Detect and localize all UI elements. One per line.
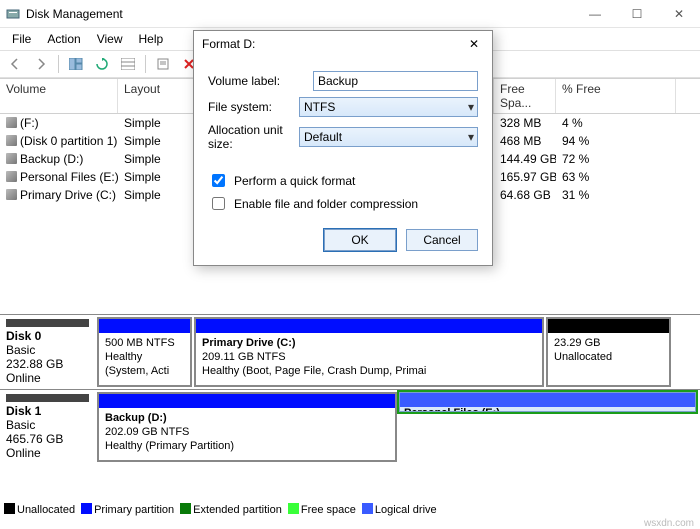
watermark: wsxdn.com bbox=[644, 518, 694, 529]
dialog-title: Format D: bbox=[202, 37, 255, 51]
label-volume: Volume label: bbox=[208, 74, 313, 88]
compression-checkbox[interactable]: Enable file and folder compression bbox=[208, 194, 478, 213]
disk-icon bbox=[6, 171, 17, 182]
partition-size: 500 MB NTFS bbox=[105, 337, 184, 351]
legend-unallocated: Unallocated bbox=[17, 504, 75, 516]
window-title: Disk Management bbox=[26, 7, 123, 21]
partition[interactable]: Primary Drive (C:)209.11 GB NTFSHealthy … bbox=[194, 317, 544, 387]
label-allocation: Allocation unit size: bbox=[208, 123, 299, 151]
refresh-icon[interactable] bbox=[91, 53, 113, 75]
volume-free: 165.97 GB bbox=[494, 168, 556, 186]
disk-label: Disk 1 bbox=[6, 404, 89, 418]
partition-title: Primary Drive (C:) bbox=[202, 337, 536, 351]
disk-type: Basic bbox=[6, 418, 89, 432]
volume-pct: 4 % bbox=[556, 114, 676, 132]
properties-icon[interactable] bbox=[152, 53, 174, 75]
partition-size: 23.29 GB bbox=[554, 337, 663, 351]
disk-label: Disk 0 bbox=[6, 329, 89, 343]
disk-icon bbox=[6, 153, 17, 164]
volume-pct: 94 % bbox=[556, 132, 676, 150]
legend-bar: Unallocated Primary partition Extended p… bbox=[4, 502, 437, 516]
partition-title: Backup (D:) bbox=[105, 412, 389, 426]
disk-legend: Disk 0Basic232.88 GBOnline bbox=[0, 315, 95, 389]
partition[interactable]: 500 MB NTFSHealthy (System, Acti bbox=[97, 317, 192, 387]
list-icon[interactable] bbox=[117, 53, 139, 75]
minimize-button[interactable]: — bbox=[574, 0, 616, 28]
app-icon bbox=[6, 7, 20, 21]
col-volume[interactable]: Volume bbox=[0, 79, 118, 113]
volume-pct: 63 % bbox=[556, 168, 676, 186]
partition-title: Personal Files (E:) bbox=[404, 407, 677, 412]
back-icon[interactable] bbox=[4, 53, 26, 75]
cancel-button[interactable]: Cancel bbox=[406, 229, 478, 251]
volume-free: 468 MB bbox=[494, 132, 556, 150]
volume-label-input[interactable] bbox=[313, 71, 478, 91]
menu-help[interactable]: Help bbox=[131, 30, 172, 48]
disk-icon bbox=[6, 135, 17, 146]
volume-name: (Disk 0 partition 1) bbox=[20, 134, 117, 148]
maximize-button[interactable]: ☐ bbox=[616, 0, 658, 28]
partition-status: Unallocated bbox=[554, 351, 663, 365]
partition[interactable]: Backup (D:)202.09 GB NTFSHealthy (Primar… bbox=[97, 392, 397, 462]
disk-pane: Disk 0Basic232.88 GBOnline500 MB NTFSHea… bbox=[0, 310, 700, 464]
legend-primary: Primary partition bbox=[94, 504, 174, 516]
format-dialog: Format D: ✕ Volume label: File system: ▾… bbox=[193, 30, 493, 266]
partition-size: 209.11 GB NTFS bbox=[202, 351, 536, 365]
volume-name: (F:) bbox=[20, 116, 39, 130]
disk-icon bbox=[6, 117, 17, 128]
disk-type: Basic bbox=[6, 343, 89, 357]
layout-icon[interactable] bbox=[65, 53, 87, 75]
volume-free: 64.68 GB bbox=[494, 186, 556, 204]
partition-status: Healthy (Boot, Page File, Crash Dump, Pr… bbox=[202, 365, 536, 379]
volume-name: Personal Files (E:) bbox=[20, 170, 118, 184]
partition-status: Healthy (System, Acti bbox=[105, 351, 184, 379]
disk-icon bbox=[6, 189, 17, 200]
col-free[interactable]: Free Spa... bbox=[494, 79, 556, 113]
col-pct[interactable]: % Free bbox=[556, 79, 676, 113]
forward-icon[interactable] bbox=[30, 53, 52, 75]
title-bar: Disk Management — ☐ ✕ bbox=[0, 0, 700, 28]
partition-size: 202.09 GB NTFS bbox=[105, 426, 389, 440]
disk-status: Online bbox=[6, 446, 89, 460]
volume-free: 144.49 GB bbox=[494, 150, 556, 168]
volume-name: Backup (D:) bbox=[20, 152, 83, 166]
volume-pct: 31 % bbox=[556, 186, 676, 204]
menu-file[interactable]: File bbox=[4, 30, 39, 48]
legend-extended: Extended partition bbox=[193, 504, 282, 516]
volume-name: Primary Drive (C:) bbox=[20, 188, 116, 202]
quick-format-input[interactable] bbox=[212, 174, 225, 187]
legend-logical: Logical drive bbox=[375, 504, 437, 516]
allocation-select[interactable] bbox=[299, 127, 478, 147]
dialog-close-icon[interactable]: ✕ bbox=[464, 37, 484, 51]
volume-pct: 72 % bbox=[556, 150, 676, 168]
label-filesystem: File system: bbox=[208, 100, 299, 114]
compression-input[interactable] bbox=[212, 197, 225, 210]
quick-format-checkbox[interactable]: Perform a quick format bbox=[208, 171, 478, 190]
disk-row: Disk 1Basic465.76 GBOnlineBackup (D:)202… bbox=[0, 389, 700, 464]
disk-legend: Disk 1Basic465.76 GBOnline bbox=[0, 390, 95, 464]
partition-status: Healthy (Primary Partition) bbox=[105, 440, 389, 454]
disk-row: Disk 0Basic232.88 GBOnline500 MB NTFSHea… bbox=[0, 314, 700, 389]
filesystem-select[interactable] bbox=[299, 97, 478, 117]
menu-view[interactable]: View bbox=[89, 30, 131, 48]
ok-button[interactable]: OK bbox=[324, 229, 396, 251]
disk-size: 465.76 GB bbox=[6, 432, 89, 446]
disk-size: 232.88 GB bbox=[6, 357, 89, 371]
partition[interactable]: 23.29 GBUnallocated bbox=[546, 317, 671, 387]
partition[interactable]: Personal Files (E:)263.67 GB NTFSHealthy… bbox=[399, 392, 696, 412]
close-button[interactable]: ✕ bbox=[658, 0, 700, 28]
volume-free: 328 MB bbox=[494, 114, 556, 132]
menu-action[interactable]: Action bbox=[39, 30, 88, 48]
disk-status: Online bbox=[6, 371, 89, 385]
legend-free: Free space bbox=[301, 504, 356, 516]
